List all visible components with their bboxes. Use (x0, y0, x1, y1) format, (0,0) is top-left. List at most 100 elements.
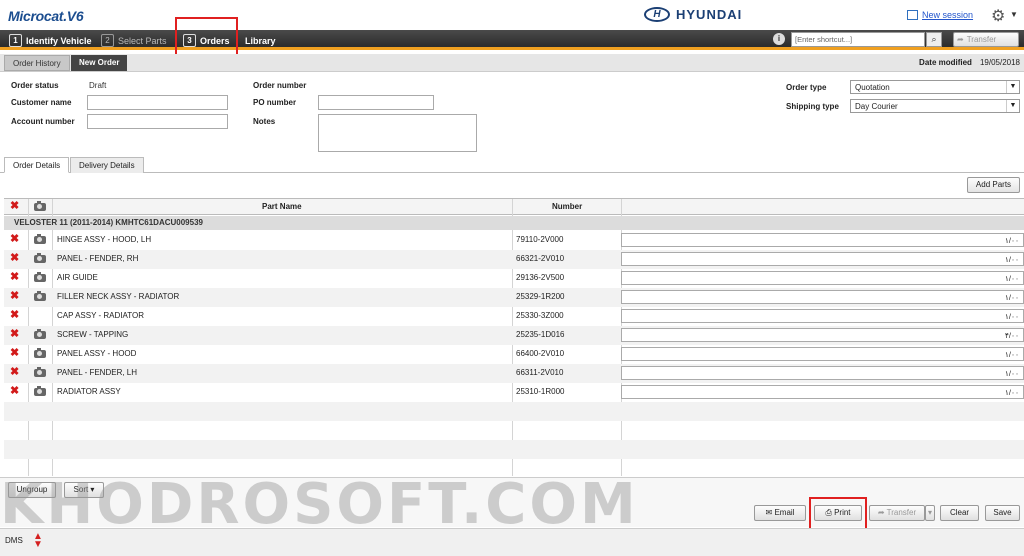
part-name: RADIATOR ASSY (57, 387, 121, 396)
table-row[interactable]: ✖ CAP ASSY - RADIATOR 25330-3Z000 ۱/۰۰ (4, 307, 1024, 326)
empty-row (4, 402, 1024, 421)
shortcut-input[interactable]: [Enter shortcut...] (791, 32, 925, 47)
empty-row (4, 421, 1024, 440)
add-parts-button[interactable]: Add Parts (967, 177, 1020, 193)
camera-icon (34, 201, 46, 211)
po-number-field[interactable] (318, 95, 434, 110)
part-number: 29136-2V500 (516, 273, 565, 282)
table-row[interactable]: ✖ HINGE ASSY - HOOD, LH 79110-2V000 ۱/۰۰ (4, 231, 1024, 250)
account-number-field[interactable] (87, 114, 228, 129)
delete-icon[interactable]: ✖ (10, 329, 19, 340)
email-button[interactable]: ✉ Email (754, 505, 806, 521)
order-type-select[interactable]: Quotation ▼ (850, 80, 1020, 94)
part-number: 66400-2V010 (516, 349, 565, 358)
empty-row (4, 440, 1024, 459)
chevron-down-icon: ▾ (927, 508, 932, 517)
chevron-down-icon[interactable]: ▼ (1010, 10, 1018, 19)
quantity-field[interactable]: ۱/۰۰ (621, 309, 1024, 323)
hyundai-logo-icon: H (644, 7, 670, 22)
quantity-field[interactable]: ۱/۰۰ (621, 290, 1024, 304)
camera-icon[interactable] (34, 386, 46, 396)
app-logo: Microcat.V6 (8, 8, 84, 24)
camera-icon[interactable] (34, 329, 46, 339)
part-name: AIR GUIDE (57, 273, 98, 282)
step-library[interactable]: Library (245, 33, 276, 48)
gear-icon[interactable]: ⚙ (991, 6, 1005, 26)
shipping-type-select[interactable]: Day Courier ▼ (850, 99, 1020, 113)
part-name: FILLER NECK ASSY - RADIATOR (57, 292, 180, 301)
main-tabbar: Order History New Order (0, 54, 1024, 72)
part-number: 79110-2V000 (516, 235, 564, 244)
tab-new-order[interactable]: New Order (71, 55, 128, 71)
table-row[interactable]: ✖ SCREW - TAPPING 25235-1D016 ۴/۰۰ (4, 326, 1024, 345)
dms-status-icon[interactable]: ▲ ▼ (33, 532, 43, 550)
brand-name: HYUNDAI (676, 7, 743, 22)
part-name: PANEL ASSY - HOOD (57, 349, 137, 358)
table-row[interactable]: ✖ AIR GUIDE 29136-2V500 ۱/۰۰ (4, 269, 1024, 288)
ungroup-button[interactable]: Ungroup (8, 482, 56, 498)
chevron-down-icon: ▼ (1006, 81, 1019, 93)
quantity-field[interactable]: ۱/۰۰ (621, 252, 1024, 266)
top-bar: Microcat.V6 H HYUNDAI New session ⚙ ▼ (0, 0, 1024, 30)
po-number-label: PO number (253, 98, 297, 107)
vehicle-group-row[interactable]: VELOSTER 11 (2011-2014) KMHTC61DACU00953… (4, 216, 1024, 230)
quantity-field[interactable]: ۴/۰۰ (621, 328, 1024, 342)
transfer-button[interactable]: ➦ Transfer (869, 505, 925, 521)
step-identify-vehicle[interactable]: 1 Identify Vehicle (9, 33, 92, 48)
camera-icon[interactable] (34, 291, 46, 301)
table-row[interactable]: ✖ FILLER NECK ASSY - RADIATOR 25329-1R20… (4, 288, 1024, 307)
customer-name-field[interactable] (87, 95, 228, 110)
order-number-label: Order number (253, 81, 307, 90)
sort-button[interactable]: Sort ▾ (64, 482, 104, 498)
delete-icon[interactable]: ✖ (10, 310, 19, 321)
tab-delivery-details[interactable]: Delivery Details (70, 157, 144, 173)
table-row[interactable]: ✖ PANEL - FENDER, RH 66321-2V010 ۱/۰۰ (4, 250, 1024, 269)
step-select-parts[interactable]: 2 Select Parts (101, 33, 167, 48)
arrow-icon: ➦ (877, 508, 887, 517)
tab-order-history[interactable]: Order History (4, 55, 70, 71)
camera-icon[interactable] (34, 234, 46, 244)
column-part-name[interactable]: Part Name (262, 202, 302, 211)
column-number[interactable]: Number (552, 202, 582, 211)
part-number: 25330-3Z000 (516, 311, 564, 320)
table-row[interactable]: ✖ RADIATOR ASSY 25310-1R000 ۱/۰۰ (4, 383, 1024, 402)
tab-order-details[interactable]: Order Details (4, 157, 70, 173)
delete-all-icon[interactable]: ✖ (10, 201, 19, 212)
table-row[interactable]: ✖ PANEL - FENDER, LH 66311-2V010 ۱/۰۰ (4, 364, 1024, 383)
delete-icon[interactable]: ✖ (10, 348, 19, 359)
delete-icon[interactable]: ✖ (10, 234, 19, 245)
quantity-field[interactable]: ۱/۰۰ (621, 233, 1024, 247)
part-number: 25329-1R200 (516, 292, 565, 301)
transfer-top-button[interactable]: ➦ Transfer (953, 32, 1019, 47)
camera-icon[interactable] (34, 272, 46, 282)
camera-icon[interactable] (34, 348, 46, 358)
quantity-field[interactable]: ۱/۰۰ (621, 271, 1024, 285)
quantity-field[interactable]: ۱/۰۰ (621, 385, 1024, 399)
part-number: 25235-1D016 (516, 330, 565, 339)
notes-field[interactable] (318, 114, 477, 152)
camera-icon[interactable] (34, 253, 46, 263)
quantity-field[interactable]: ۱/۰۰ (621, 366, 1024, 380)
clear-button[interactable]: Clear (940, 505, 979, 521)
part-name: SCREW - TAPPING (57, 330, 129, 339)
new-session[interactable]: New session (907, 10, 973, 20)
table-row[interactable]: ✖ PANEL ASSY - HOOD 66400-2V010 ۱/۰۰ (4, 345, 1024, 364)
grid-header: ✖ Part Name Number (4, 199, 1024, 215)
delete-icon[interactable]: ✖ (10, 253, 19, 264)
delete-icon[interactable]: ✖ (10, 386, 19, 397)
new-session-link[interactable]: New session (922, 10, 973, 20)
camera-icon[interactable] (34, 367, 46, 377)
quantity-field[interactable]: ۱/۰۰ (621, 347, 1024, 361)
order-status-label: Order status (11, 81, 59, 90)
date-modified: Date modified 19/05/2018 (919, 58, 1020, 67)
delete-icon[interactable]: ✖ (10, 367, 19, 378)
part-number: 25310-1R000 (516, 387, 565, 396)
transfer-dropdown[interactable]: ▾ (925, 505, 935, 521)
delete-icon[interactable]: ✖ (10, 291, 19, 302)
status-bar: DMS ▲ ▼ (0, 528, 1024, 556)
empty-row (4, 459, 1024, 476)
info-icon[interactable]: i (773, 33, 785, 45)
delete-icon[interactable]: ✖ (10, 272, 19, 283)
search-icon[interactable]: ⌕ (926, 32, 942, 47)
save-button[interactable]: Save (985, 505, 1020, 521)
